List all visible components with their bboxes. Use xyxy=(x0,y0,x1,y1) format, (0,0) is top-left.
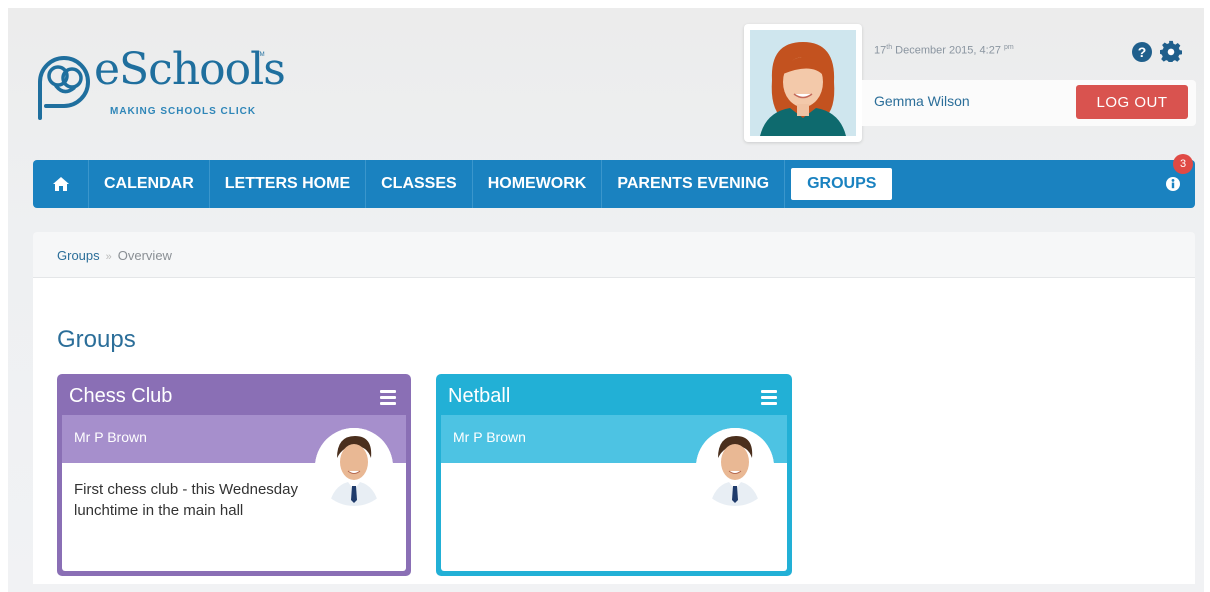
user-name[interactable]: Gemma Wilson xyxy=(874,93,970,109)
page-title: Groups xyxy=(57,326,136,353)
teacher-avatar xyxy=(696,428,774,506)
home-icon xyxy=(52,177,69,191)
notification-badge[interactable]: 3 xyxy=(1173,154,1193,174)
eschools-logo[interactable]: eSchools TM MAKING SCHOOLS CLICK xyxy=(30,44,290,128)
nav-item-groups[interactable]: GROUPS xyxy=(785,160,898,208)
nav-item-letters-home[interactable]: LETTERS HOME xyxy=(210,160,367,208)
nav-item-calendar[interactable]: CALENDAR xyxy=(89,160,210,208)
user-photo xyxy=(750,30,856,136)
logo-trademark: TM xyxy=(256,52,265,58)
breadcrumb: Groups » Overview xyxy=(33,232,1195,278)
nav-home[interactable] xyxy=(33,160,89,208)
user-avatar[interactable] xyxy=(744,24,862,142)
group-card-netball[interactable]: Netball Mr P Brown xyxy=(436,374,792,576)
logo-tagline: MAKING SCHOOLS CLICK xyxy=(110,106,257,117)
group-title[interactable]: Chess Club xyxy=(69,385,172,408)
breadcrumb-separator: » xyxy=(105,251,112,263)
group-teacher: Mr P Brown xyxy=(453,429,526,445)
current-datetime: 17th December 2015, 4:27 pm xyxy=(874,44,1014,57)
logo-mark-icon xyxy=(38,56,90,120)
group-teacher: Mr P Brown xyxy=(74,429,147,445)
group-description: First chess club - this Wednesday luncht… xyxy=(74,481,298,519)
group-title[interactable]: Netball xyxy=(448,385,510,408)
menu-icon[interactable] xyxy=(761,390,777,405)
main-content: Groups Chess Club Mr P Brown First chess… xyxy=(33,278,1195,584)
nav-item-parents-evening[interactable]: PARENTS EVENING xyxy=(602,160,786,208)
group-card-chess-club[interactable]: Chess Club Mr P Brown First chess club -… xyxy=(57,374,411,576)
info-icon[interactable] xyxy=(1163,174,1183,194)
teacher-avatar xyxy=(315,428,393,506)
breadcrumb-current: Overview xyxy=(117,248,172,263)
nav-item-groups-label: GROUPS xyxy=(791,168,893,200)
logout-button[interactable]: LOG OUT xyxy=(1076,85,1188,119)
help-icon[interactable]: ? xyxy=(1132,42,1152,62)
gear-icon[interactable] xyxy=(1160,40,1182,62)
nav-item-homework[interactable]: HOMEWORK xyxy=(473,160,603,208)
breadcrumb-groups-link[interactable]: Groups xyxy=(57,248,100,263)
menu-icon[interactable] xyxy=(380,390,396,405)
nav-item-classes[interactable]: CLASSES xyxy=(366,160,473,208)
main-navigation: CALENDAR LETTERS HOME CLASSES HOMEWORK P… xyxy=(33,154,1195,208)
